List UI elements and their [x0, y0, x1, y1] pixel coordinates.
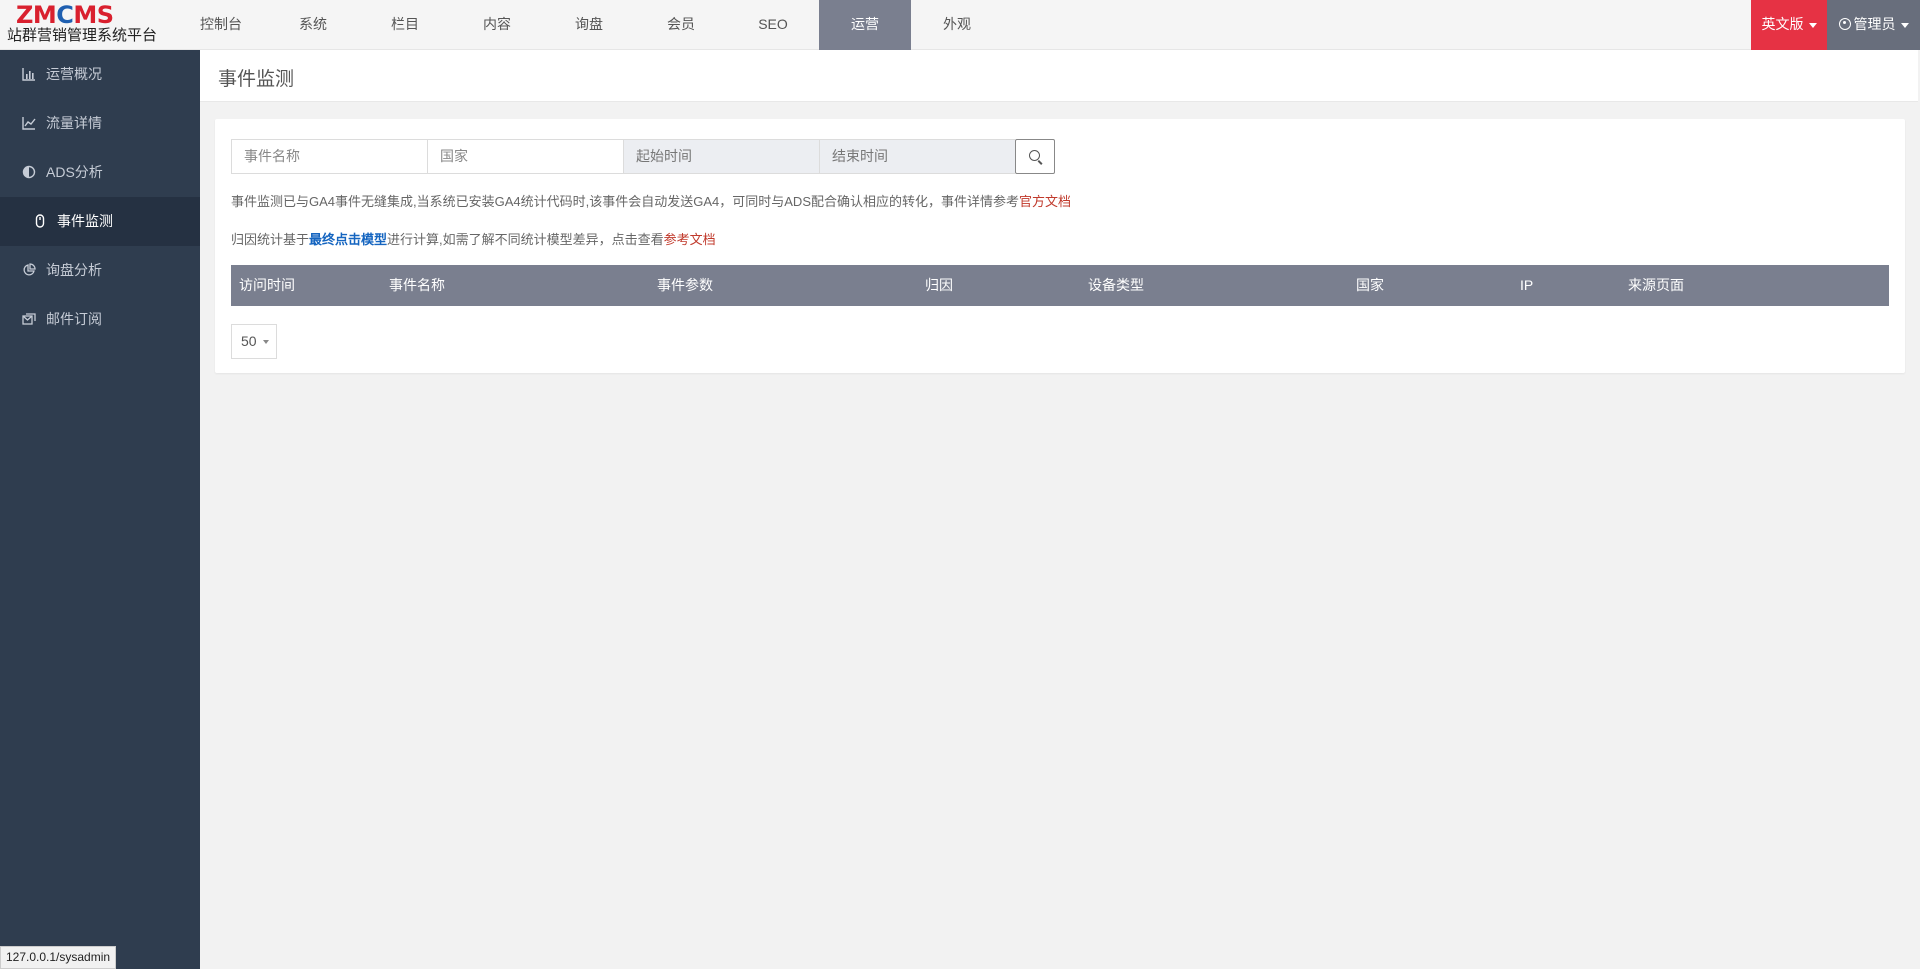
last-click-model-link[interactable]: 最终点击模型: [309, 232, 387, 247]
user-circle-icon: [1838, 18, 1851, 30]
search-button[interactable]: [1015, 139, 1055, 174]
search-icon: [1029, 150, 1040, 161]
sidebar-item-label: 邮件订阅: [46, 311, 102, 327]
mail-icon: [22, 313, 36, 325]
column-ip[interactable]: IP: [1520, 265, 1533, 306]
page-title: 事件监测: [218, 69, 295, 90]
logo-mark-ms: MS: [73, 1, 114, 29]
sidebar-item-label: 事件监测: [57, 213, 113, 229]
top-nav-item-columns[interactable]: 栏目: [359, 0, 451, 50]
sidebar-item-event-monitoring[interactable]: 事件监测: [0, 197, 200, 246]
browser-status-bar: 127.0.0.1/sysadmin: [0, 946, 117, 969]
top-nav-item-console[interactable]: 控制台: [175, 0, 267, 50]
sidebar-item-ads-analysis[interactable]: ADS分析: [0, 148, 200, 197]
admin-label: 管理员: [1853, 16, 1896, 32]
sidebar-item-inquiry-analysis[interactable]: 询盘分析: [0, 246, 200, 295]
attribution-prefix: 归因统计基于: [231, 232, 310, 247]
language-dropdown-button[interactable]: 英文版: [1751, 0, 1827, 50]
table-header: 访问时间 事件名称 事件参数 归因 设备类型 国家 IP 来源页面: [231, 265, 1889, 306]
attribution-middle: 进行计算,如需了解不同统计模型差异，点击查看: [387, 232, 664, 247]
page-size-select[interactable]: 50: [231, 324, 277, 359]
sidebar: 运营概况 流量详情 ADS分析 事件监测 询盘分析 邮件订阅: [0, 50, 200, 969]
caret-down-icon: [1808, 22, 1817, 28]
column-visit-time[interactable]: 访问时间: [239, 265, 295, 306]
column-event-params[interactable]: 事件参数: [657, 265, 713, 306]
search-form: 事件名称 国家 起始时间 结束时间: [231, 139, 1055, 174]
logo[interactable]: ZMCMS 站群营销管理系统平台: [0, 0, 160, 50]
top-bar: ZMCMS 站群营销管理系统平台 控制台 系统 栏目 内容 询盘 会员 SEO …: [0, 0, 1920, 50]
ga4-info-note: 事件监测已与GA4事件无缝集成,当系统已安装GA4统计代码时,该事件会自动发送G…: [231, 191, 1071, 210]
logo-subtitle: 站群营销管理系统平台: [7, 27, 158, 44]
sidebar-item-email-subscriptions[interactable]: 邮件订阅: [0, 295, 200, 344]
sidebar-item-label: ADS分析: [46, 164, 103, 180]
official-docs-link[interactable]: 官方文档: [1019, 194, 1071, 209]
sidebar-item-label: 运营概况: [46, 66, 102, 82]
attribution-info-note: 归因统计基于最终点击模型进行计算,如需了解不同统计模型差异，点击查看参考文档: [231, 229, 716, 248]
sidebar-item-operations-overview[interactable]: 运营概况: [0, 50, 200, 99]
top-nav-item-inquiry[interactable]: 询盘: [543, 0, 635, 50]
bar-chart-icon: [22, 68, 35, 81]
caret-down-icon: [262, 340, 269, 345]
half-circle-icon: [22, 165, 36, 179]
ga4-info-text: 事件监测已与GA4事件无缝集成,当系统已安装GA4统计代码时,该事件会自动发送G…: [231, 194, 1019, 209]
column-attribution[interactable]: 归因: [925, 265, 953, 306]
start-time-input[interactable]: 起始时间: [623, 139, 819, 174]
top-nav-item-members[interactable]: 会员: [635, 0, 727, 50]
mouse-icon: [35, 214, 45, 228]
admin-dropdown-button[interactable]: 管理员: [1827, 0, 1920, 50]
sidebar-item-traffic-details[interactable]: 流量详情: [0, 99, 200, 148]
top-nav-item-operations[interactable]: 运营: [819, 0, 911, 50]
logo-mark-zm: ZM: [16, 1, 57, 29]
pie-chart-icon: [23, 263, 36, 276]
top-nav-item-seo[interactable]: SEO: [727, 0, 819, 50]
top-nav-item-system[interactable]: 系统: [267, 0, 359, 50]
page-size-value: 50: [241, 333, 257, 349]
end-time-input[interactable]: 结束时间: [819, 139, 1015, 174]
line-chart-icon: [22, 117, 36, 130]
language-label: 英文版: [1761, 16, 1804, 32]
country-input[interactable]: 国家: [427, 139, 623, 174]
logo-mark-c: C: [56, 1, 74, 29]
column-device-type[interactable]: 设备类型: [1088, 265, 1144, 306]
page-header: 事件监测: [200, 50, 1918, 102]
column-source-page[interactable]: 来源页面: [1628, 265, 1684, 306]
sidebar-item-label: 流量详情: [46, 115, 102, 131]
reference-docs-link[interactable]: 参考文档: [664, 232, 716, 247]
caret-down-icon: [1900, 22, 1909, 28]
column-country[interactable]: 国家: [1356, 265, 1384, 306]
content-card: 事件名称 国家 起始时间 结束时间 事件监测已与GA4事件无缝集成,当系统已安装…: [215, 119, 1905, 373]
top-nav-item-content[interactable]: 内容: [451, 0, 543, 50]
top-nav-item-appearance[interactable]: 外观: [911, 0, 1003, 50]
column-event-name[interactable]: 事件名称: [389, 265, 445, 306]
event-name-input[interactable]: 事件名称: [231, 139, 427, 174]
top-nav: 控制台 系统 栏目 内容 询盘 会员 SEO 运营 外观: [175, 0, 1003, 50]
sidebar-item-label: 询盘分析: [46, 262, 102, 278]
logo-mark: ZMCMS: [16, 2, 114, 28]
